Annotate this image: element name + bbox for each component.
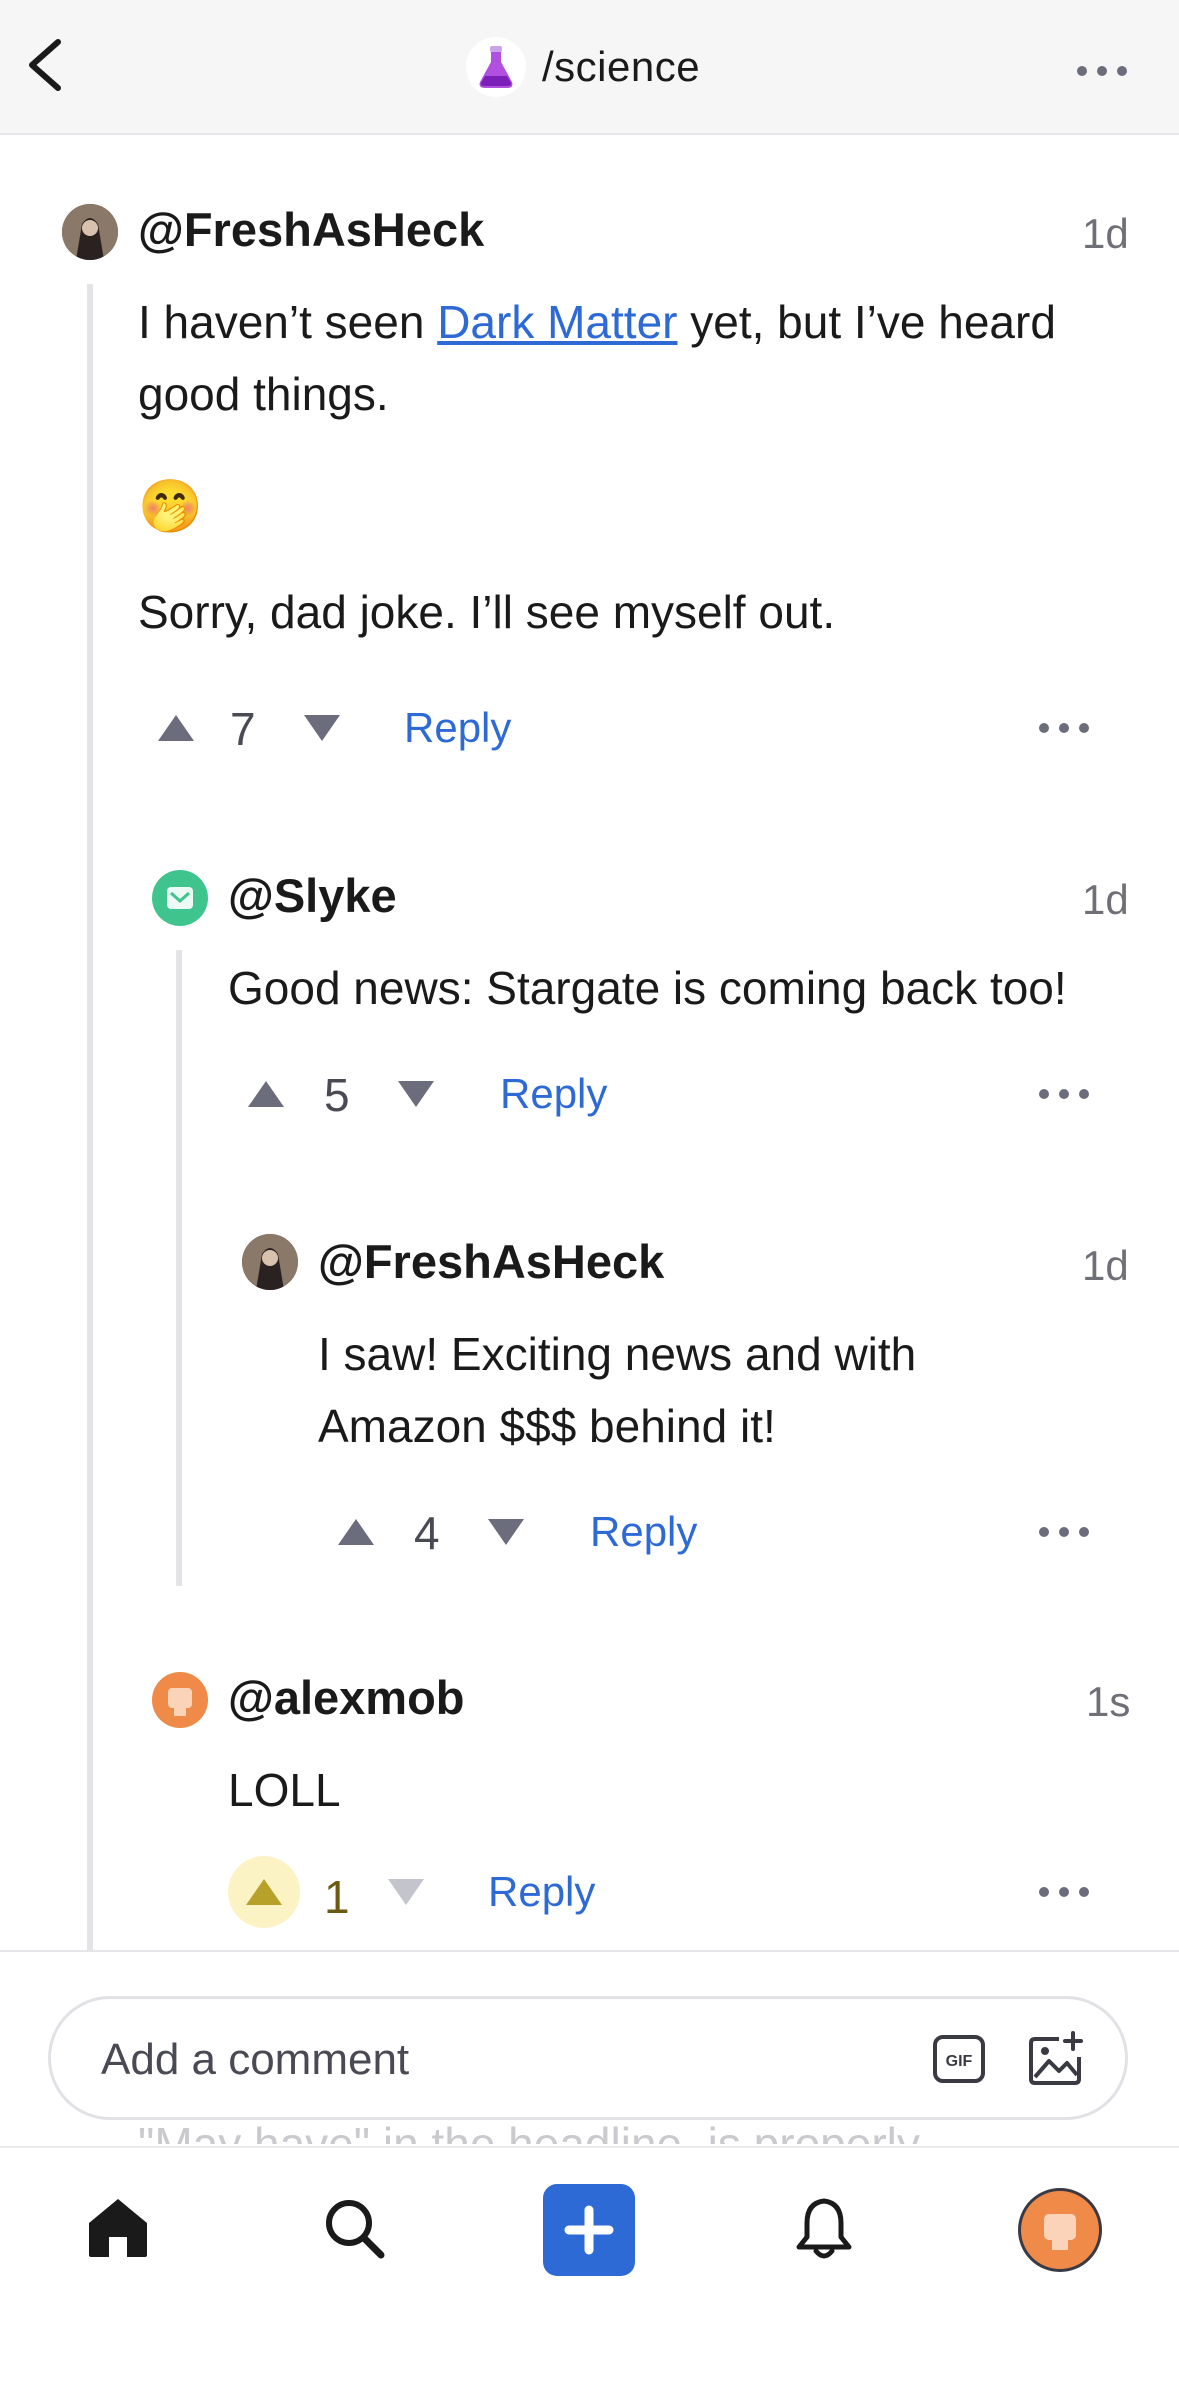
comment-timestamp: 1s <box>1086 1678 1131 1725</box>
back-button[interactable] <box>18 30 78 100</box>
comment-body: LOLL <box>228 1764 341 1816</box>
upvote-button[interactable] <box>328 1504 384 1560</box>
comment-username[interactable]: @alexmob <box>228 1670 465 1725</box>
downvote-arrow-icon <box>304 715 340 741</box>
reply-button[interactable]: Reply <box>500 1070 607 1118</box>
comment-text: Amazon $$$ behind it! <box>318 1400 776 1452</box>
upvote-arrow-icon <box>248 1081 284 1107</box>
reply-button[interactable]: Reply <box>488 1868 595 1916</box>
comment-more-button[interactable] <box>1034 1877 1094 1907</box>
comment-text: Sorry, dad joke. I’ll see myself out. <box>138 586 836 638</box>
comment-more-button[interactable] <box>1034 713 1094 743</box>
more-horizontal-icon <box>1039 1527 1089 1537</box>
more-horizontal-icon <box>1039 723 1089 733</box>
downvote-button[interactable] <box>294 700 350 756</box>
bottom-tab-bar <box>0 2146 1179 2398</box>
comment-text: good things. <box>138 368 389 420</box>
comment-text: I haven’t seen <box>138 296 438 348</box>
comment-body: I haven’t seen Dark Matter yet, but I’ve… <box>138 286 1138 648</box>
reply-button[interactable]: Reply <box>404 704 511 752</box>
comment-text: yet, but I’ve heard <box>677 296 1056 348</box>
create-post-icon <box>564 2205 614 2255</box>
vote-count: 4 <box>414 1507 440 1559</box>
avatar[interactable] <box>152 1672 208 1728</box>
comment-timestamp: 1d <box>1082 876 1129 923</box>
comment-placeholder: Add a comment <box>101 2035 410 2084</box>
tab-search[interactable] <box>316 2190 392 2266</box>
more-horizontal-icon <box>1039 1887 1089 1897</box>
downvote-arrow-icon <box>398 1081 434 1107</box>
home-icon <box>89 2199 147 2257</box>
background-comment-text: "May have" in the headline, is properly <box>138 2118 920 2144</box>
downvote-button[interactable] <box>378 1864 434 1920</box>
flask-icon <box>466 37 526 97</box>
upvote-button-active[interactable] <box>228 1856 300 1928</box>
notifications-icon <box>796 2198 852 2259</box>
comment-actions: 1 Reply <box>228 1856 1108 1936</box>
vote-count: 1 <box>324 1871 350 1923</box>
add-image-button[interactable] <box>1025 2029 1087 2089</box>
vote-count: 5 <box>324 1069 350 1121</box>
dark-matter-link[interactable]: Dark Matter <box>437 296 677 348</box>
gif-button[interactable]: GIF <box>931 2033 987 2085</box>
thread-line[interactable] <box>176 950 182 1586</box>
gif-label: GIF <box>946 2053 973 2070</box>
more-horizontal-icon <box>1039 1089 1089 1099</box>
comment-actions: 4 Reply <box>328 1492 1108 1572</box>
more-options-button[interactable] <box>1072 56 1132 86</box>
avatar[interactable] <box>152 870 208 926</box>
comment-username[interactable]: @FreshAsHeck <box>138 202 484 257</box>
comment-body: I saw! Exciting news and with Amazon $$$… <box>318 1318 1138 1462</box>
chevron-left-icon <box>29 39 61 91</box>
downvote-arrow-icon <box>488 1519 524 1545</box>
downvote-button[interactable] <box>388 1066 444 1122</box>
avatar[interactable] <box>242 1234 298 1290</box>
upvote-arrow-icon <box>158 715 194 741</box>
thread-line[interactable] <box>87 284 93 1950</box>
upvote-arrow-icon <box>246 1879 282 1905</box>
tab-create[interactable] <box>543 2184 635 2276</box>
upvote-button[interactable] <box>148 700 204 756</box>
tab-notifications[interactable] <box>786 2190 862 2266</box>
comment-timestamp: 1d <box>1082 210 1129 257</box>
comment-text: I saw! Exciting news and with <box>318 1328 917 1380</box>
comment-actions: 5 Reply <box>238 1054 1108 1134</box>
tab-profile[interactable] <box>1018 2188 1102 2272</box>
vote-count: 7 <box>230 703 256 755</box>
face-with-hand-emoji: 🤭 <box>138 478 203 536</box>
search-icon <box>326 2200 385 2259</box>
comment-username[interactable]: @Slyke <box>228 868 397 923</box>
avatar[interactable] <box>62 204 118 260</box>
downvote-button[interactable] <box>478 1504 534 1560</box>
comment-timestamp: 1d <box>1082 1242 1129 1289</box>
upvote-arrow-icon <box>338 1519 374 1545</box>
downvote-arrow-icon <box>388 1879 424 1905</box>
comment-username[interactable]: @FreshAsHeck <box>318 1234 664 1289</box>
add-image-icon <box>1029 2031 1083 2085</box>
gif-icon: GIF <box>933 2035 985 2083</box>
profile-avatar <box>1044 2214 1076 2250</box>
tab-home[interactable] <box>80 2190 156 2266</box>
upvote-button[interactable] <box>238 1066 294 1122</box>
community-name: /science <box>542 43 701 90</box>
comment-more-button[interactable] <box>1034 1079 1094 1109</box>
add-comment-input[interactable]: Add a comment GIF <box>48 1996 1128 2120</box>
more-horizontal-icon <box>1077 66 1127 76</box>
comment-body: Good news: Stargate is coming back too! <box>228 962 1067 1014</box>
composer-divider <box>0 1950 1179 1952</box>
community-title[interactable]: /science <box>466 36 700 98</box>
comment-actions: 7 Reply <box>148 688 1108 768</box>
comment-more-button[interactable] <box>1034 1517 1094 1547</box>
reply-button[interactable]: Reply <box>590 1508 697 1556</box>
top-bar: /science <box>0 0 1179 135</box>
